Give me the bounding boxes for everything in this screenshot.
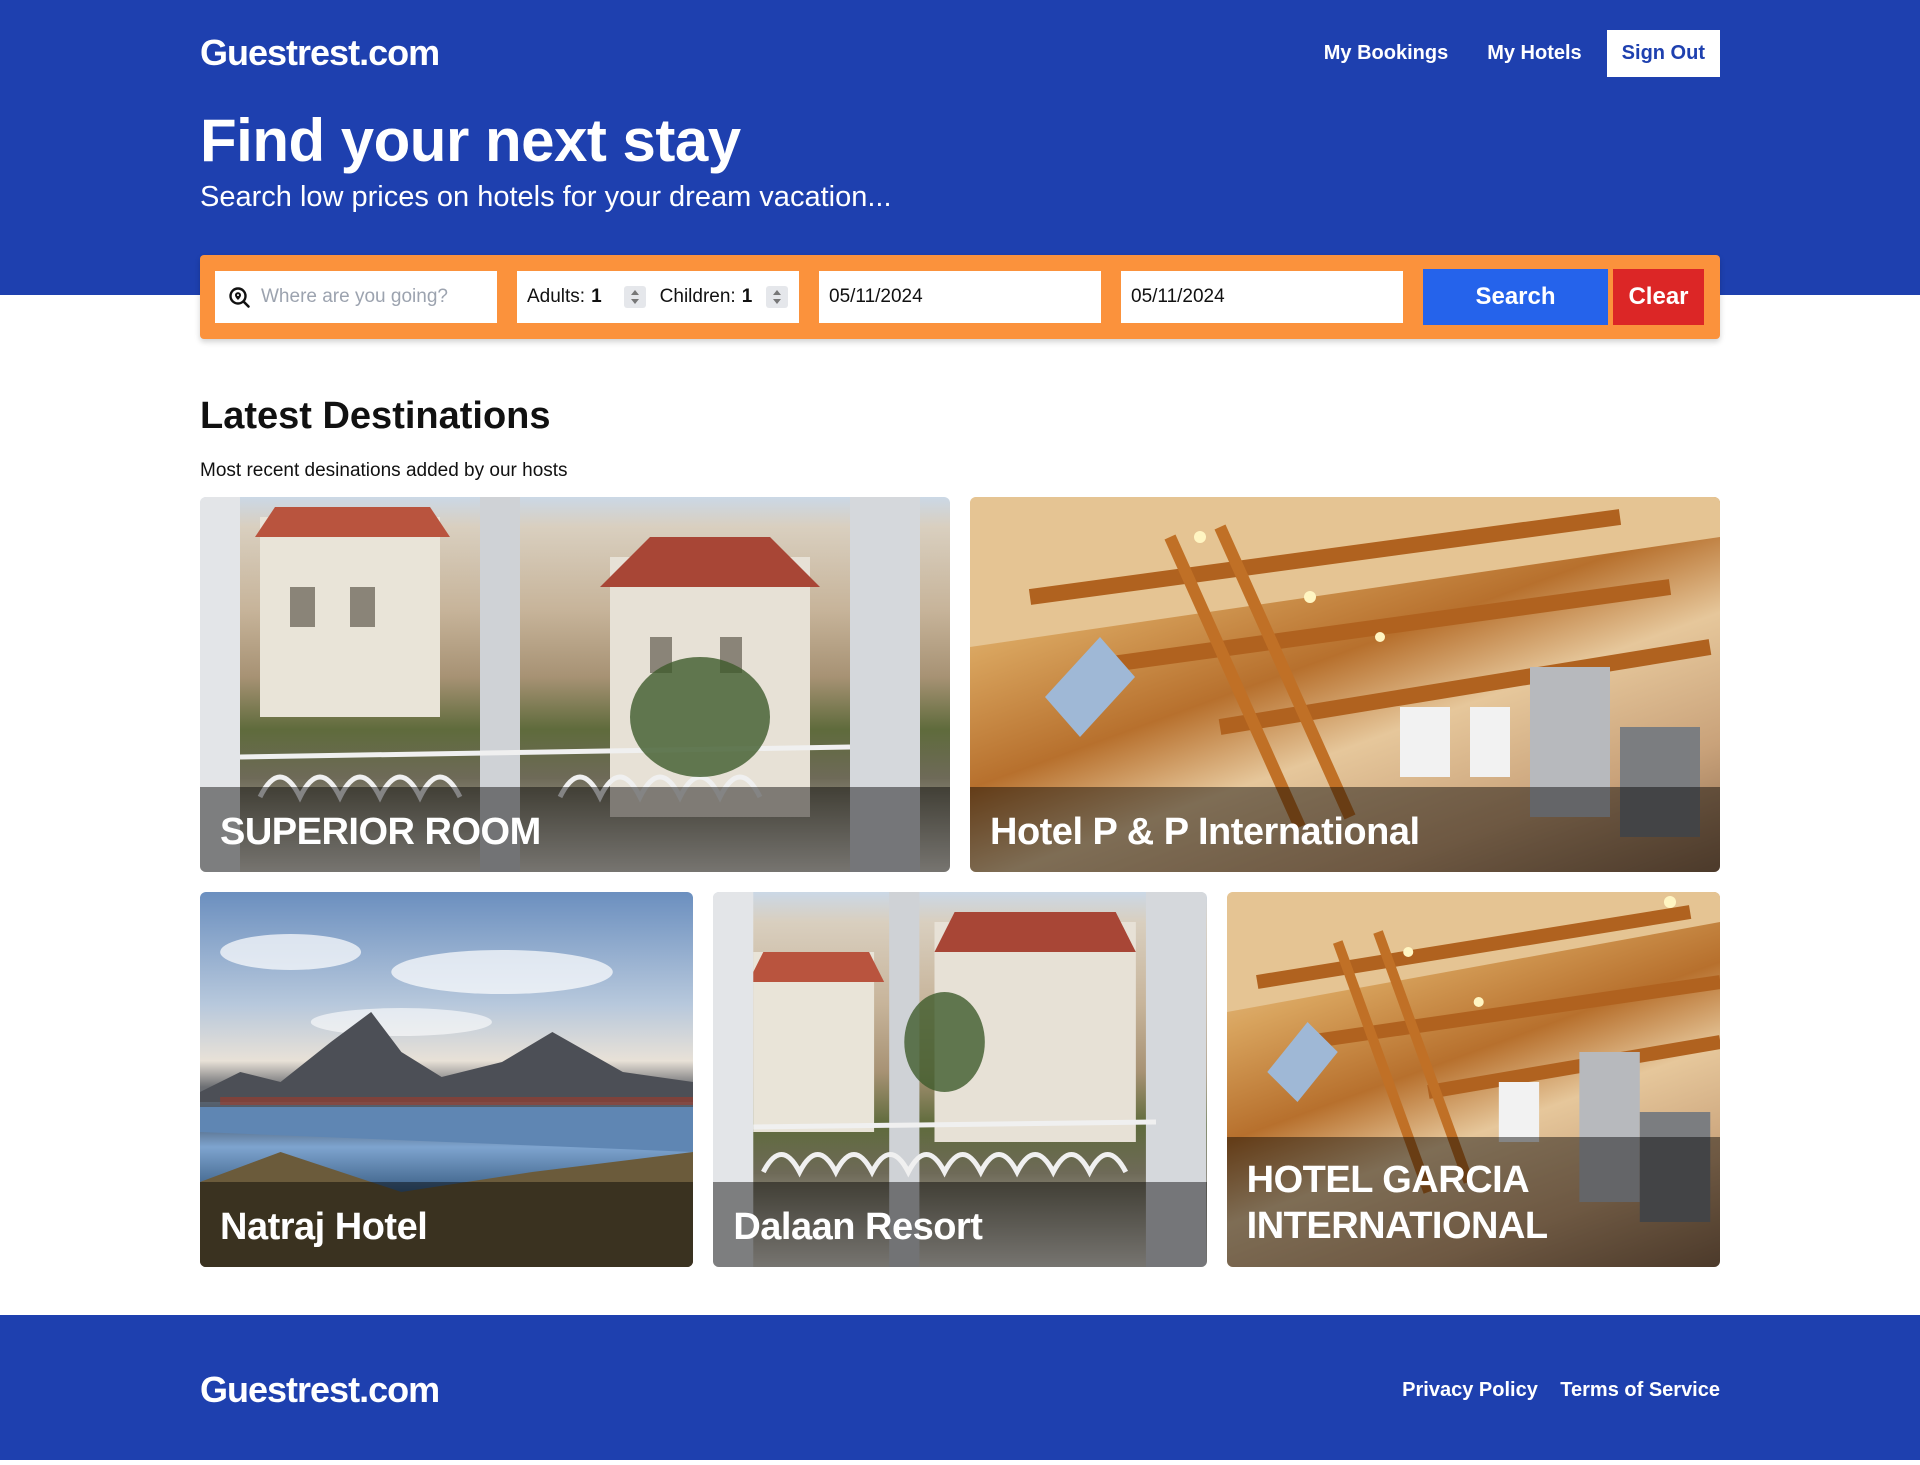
guests-field: Adults: 1 Children: 1 — [517, 271, 799, 323]
site-logo[interactable]: Guestrest.com — [200, 32, 440, 74]
hotel-card[interactable]: Natraj Hotel — [200, 892, 694, 1267]
main-nav: My Bookings My Hotels Sign Out — [1285, 29, 1720, 77]
site-footer: Guestrest.com Privacy Policy Terms of Se… — [0, 1315, 1920, 1460]
my-bookings-link[interactable]: My Bookings — [1324, 42, 1448, 65]
hero-section: Guestrest.com My Bookings My Hotels Sign… — [0, 0, 1920, 295]
section-title: Latest Destinations — [200, 395, 551, 437]
hotel-name: Dalaan Resort — [713, 1182, 1207, 1267]
hotel-card[interactable]: SUPERIOR ROOM — [200, 497, 950, 872]
checkout-date-input[interactable]: 05/11/2024 — [1121, 271, 1403, 323]
children-label: Children: — [659, 286, 736, 307]
search-location-icon — [229, 287, 250, 308]
hotel-name: Hotel P & P International — [970, 787, 1720, 872]
search-button[interactable]: Search — [1423, 269, 1608, 325]
hotel-name: SUPERIOR ROOM — [200, 787, 950, 872]
footer-links: Privacy Policy Terms of Service — [1384, 1379, 1720, 1402]
sign-out-button[interactable]: Sign Out — [1606, 29, 1720, 77]
destination-input[interactable]: Where are you going? — [261, 286, 448, 308]
search-bar: Where are you going? Adults: 1 Children:… — [200, 255, 1720, 339]
hero-subtitle: Search low prices on hotels for your dre… — [200, 181, 892, 213]
clear-button[interactable]: Clear — [1613, 269, 1704, 325]
privacy-policy-link[interactable]: Privacy Policy — [1402, 1379, 1538, 1401]
hero-title: Find your next stay — [200, 107, 741, 174]
hotel-name: Natraj Hotel — [200, 1182, 694, 1267]
checkin-date-input[interactable]: 05/11/2024 — [819, 271, 1101, 323]
latest-destinations-section: Latest Destinations Most recent desinati… — [200, 295, 1720, 1267]
hotel-card[interactable]: Hotel P & P International — [970, 497, 1720, 872]
hotel-name: HOTEL GARCIA INTERNATIONAL — [1226, 1137, 1720, 1267]
children-input[interactable]: 1 — [742, 286, 753, 308]
adults-stepper-icon[interactable] — [623, 286, 646, 308]
hotel-card[interactable]: HOTEL GARCIA INTERNATIONAL — [1226, 892, 1720, 1267]
destination-field[interactable]: Where are you going? — [215, 271, 497, 323]
adults-input[interactable]: 1 — [591, 286, 602, 308]
destinations-row-2: Natraj Hotel Dalaan Resort HOTEL GARCIA … — [200, 892, 1720, 1267]
hotel-card[interactable]: Dalaan Resort — [713, 892, 1207, 1267]
destinations-row-1: SUPERIOR ROOM Hotel P & P International — [200, 497, 1720, 872]
my-hotels-link[interactable]: My Hotels — [1487, 42, 1581, 65]
adults-label: Adults: — [527, 286, 586, 307]
top-navbar: Guestrest.com My Bookings My Hotels Sign… — [200, 0, 1720, 77]
terms-of-service-link[interactable]: Terms of Service — [1560, 1379, 1720, 1401]
children-stepper-icon[interactable] — [766, 286, 789, 308]
section-subtitle: Most recent desinations added by our hos… — [200, 460, 568, 481]
footer-logo[interactable]: Guestrest.com — [200, 1369, 440, 1411]
